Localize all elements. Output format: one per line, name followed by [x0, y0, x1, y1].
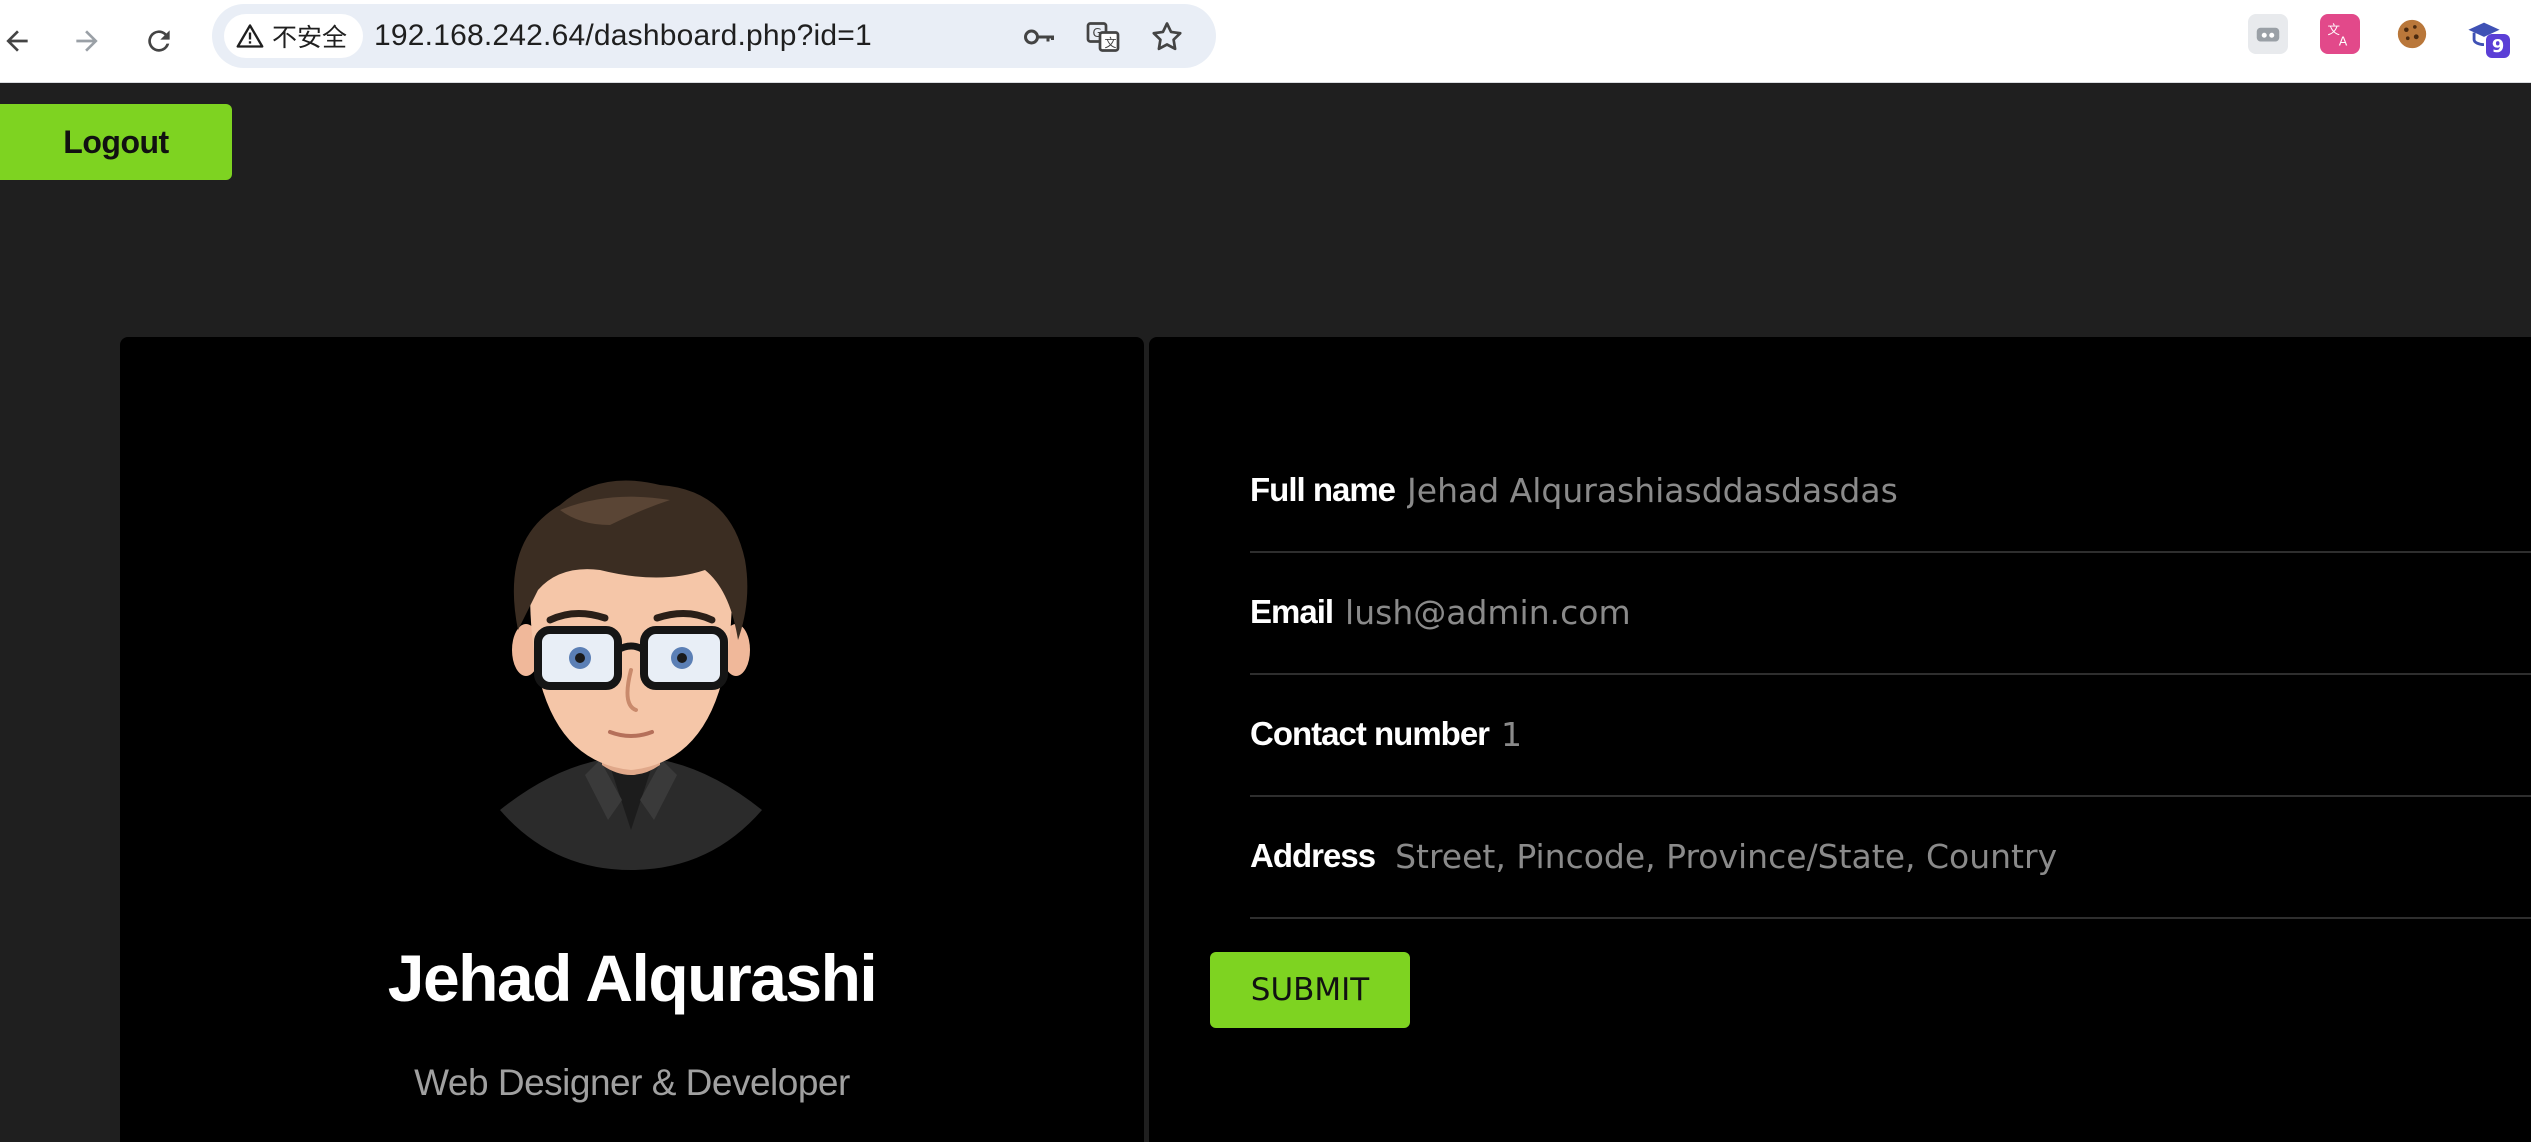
profile-role: Web Designer & Developer	[414, 1062, 850, 1103]
security-chip[interactable]: 不安全	[224, 14, 364, 58]
email-input[interactable]	[1345, 592, 2531, 632]
bookmark-star-icon[interactable]	[1148, 18, 1186, 56]
password-key-icon[interactable]	[1020, 18, 1058, 56]
email-row: Email	[1250, 551, 2531, 675]
forward-icon[interactable]	[62, 16, 112, 66]
email-label: Email	[1250, 593, 1334, 630]
logout-button[interactable]: Logout	[0, 104, 232, 180]
svg-text:G: G	[1093, 26, 1102, 40]
contact-number-input[interactable]	[1501, 714, 2531, 754]
submit-button[interactable]: SUBMIT	[1210, 952, 1410, 1028]
security-label: 不安全	[272, 24, 348, 52]
contact-number-label: Contact number	[1250, 715, 1490, 752]
browser-toolbar: 不安全 192.168.242.64/dashboard.php?id=1 G文…	[0, 0, 2531, 83]
translate-icon[interactable]: G文	[1084, 18, 1122, 56]
contact-number-row: Contact number	[1250, 673, 2531, 797]
warning-icon	[236, 24, 264, 48]
url-text[interactable]: 192.168.242.64/dashboard.php?id=1	[374, 4, 872, 68]
address-input[interactable]	[1395, 836, 2531, 876]
full-name-label: Full name	[1250, 471, 1396, 508]
extension-ghostery-icon[interactable]	[2248, 14, 2288, 54]
extension-badge-icon[interactable]: 9	[2464, 14, 2510, 58]
address-row: Address	[1250, 795, 2531, 919]
address-bar[interactable]: 不安全 192.168.242.64/dashboard.php?id=1 G文	[212, 4, 1216, 68]
address-label: Address	[1250, 837, 1376, 874]
full-name-input[interactable]	[1407, 470, 2531, 510]
extension-translate-icon[interactable]: 文A	[2320, 14, 2360, 54]
avatar	[500, 480, 762, 870]
svg-text:A: A	[2339, 33, 2348, 48]
reload-icon[interactable]	[134, 16, 184, 66]
back-icon[interactable]	[0, 16, 42, 66]
full-name-row: Full name	[1250, 429, 2531, 553]
extension-cookie-icon[interactable]	[2392, 14, 2432, 54]
profile-name: Jehad Alqurashi	[387, 941, 878, 1015]
extension-badge-count: 9	[2486, 34, 2510, 58]
svg-text:文: 文	[1105, 35, 1117, 50]
